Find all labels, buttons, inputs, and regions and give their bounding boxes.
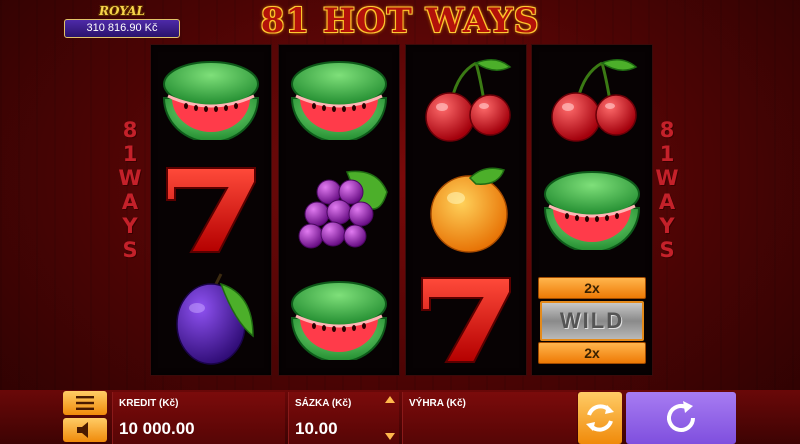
symbol-orange — [406, 155, 526, 265]
menu-icon — [76, 396, 94, 410]
wild-multiplier-top: 2x — [538, 277, 646, 299]
autoplay-button[interactable] — [578, 392, 622, 444]
watermelon-icon — [162, 60, 260, 140]
wild-label: WILD — [540, 301, 644, 341]
symbol-watermelon — [151, 45, 271, 155]
cherries-icon — [550, 58, 638, 143]
reel-3 — [405, 44, 527, 376]
ways-letter: A — [658, 190, 676, 214]
symbol-plum — [151, 265, 271, 375]
wild-multiplier-bottom: 2x — [538, 342, 646, 364]
autoplay-icon — [586, 404, 614, 432]
credit-panel: KREDIT (Kč) 10 000.00 — [112, 392, 285, 444]
stake-decrease-icon[interactable] — [385, 433, 395, 440]
plum-icon — [175, 272, 255, 366]
ways-letter: W — [118, 166, 142, 190]
stake-panel[interactable]: SÁZKA (Kč) 10.00 — [288, 392, 399, 444]
symbol-cherries — [406, 45, 526, 155]
stake-increase-icon[interactable] — [385, 396, 395, 403]
symbol-grapes — [279, 155, 399, 265]
seven-icon — [421, 277, 511, 363]
symbol-wild: 2x WILD 2x — [538, 275, 646, 365]
ways-letter: W — [655, 166, 679, 190]
symbol-cherries — [532, 45, 652, 155]
ways-letter: 1 — [659, 142, 675, 166]
menu-button[interactable] — [63, 391, 107, 415]
royal-jackpot: ROYAL JACKPOT 310 816.90 Kč — [64, 3, 180, 38]
ways-label-right: 8 1 W A Y S — [652, 118, 682, 262]
reel-2 — [278, 44, 400, 376]
win-label: VÝHRA (Kč) — [409, 398, 466, 409]
speaker-icon — [77, 422, 88, 438]
symbol-seven — [406, 265, 526, 375]
ways-letter: 8 — [659, 118, 675, 142]
symbol-watermelon — [532, 155, 652, 265]
ways-letter: 8 — [122, 118, 138, 142]
jackpot-label: ROYAL JACKPOT — [90, 4, 153, 34]
watermelon-icon — [290, 280, 388, 360]
ways-letter: Y — [122, 214, 138, 238]
cherries-icon — [424, 58, 512, 143]
reel-4: 2x WILD 2x — [531, 44, 653, 376]
spin-icon — [667, 401, 695, 432]
reel-1 — [150, 44, 272, 376]
stake-value: 10.00 — [295, 419, 338, 438]
ways-label-left: 8 1 W A Y S — [115, 118, 145, 262]
symbol-watermelon — [279, 265, 399, 375]
spin-button[interactable] — [626, 392, 736, 444]
grapes-icon — [298, 170, 388, 249]
orange-icon — [430, 167, 508, 253]
ways-letter: 1 — [122, 142, 138, 166]
credit-value: 10 000.00 — [119, 419, 195, 438]
symbol-watermelon — [279, 45, 399, 155]
game-title: 81 HOT WAYS — [260, 1, 540, 41]
seven-icon — [166, 167, 256, 253]
watermelon-icon — [543, 170, 641, 250]
win-panel: VÝHRA (Kč) — [402, 392, 577, 444]
credit-label: KREDIT (Kč) — [119, 398, 179, 409]
stake-stepper[interactable] — [385, 396, 395, 440]
ways-letter: S — [122, 238, 138, 262]
jackpot-value: 310 816.90 Kč — [64, 19, 180, 38]
sound-button[interactable] — [63, 418, 107, 442]
watermelon-icon — [290, 60, 388, 140]
ways-letter: A — [121, 190, 139, 214]
symbol-seven — [151, 155, 271, 265]
ways-letter: S — [659, 238, 675, 262]
stake-label: SÁZKA (Kč) — [295, 398, 352, 409]
ways-letter: Y — [659, 214, 675, 238]
